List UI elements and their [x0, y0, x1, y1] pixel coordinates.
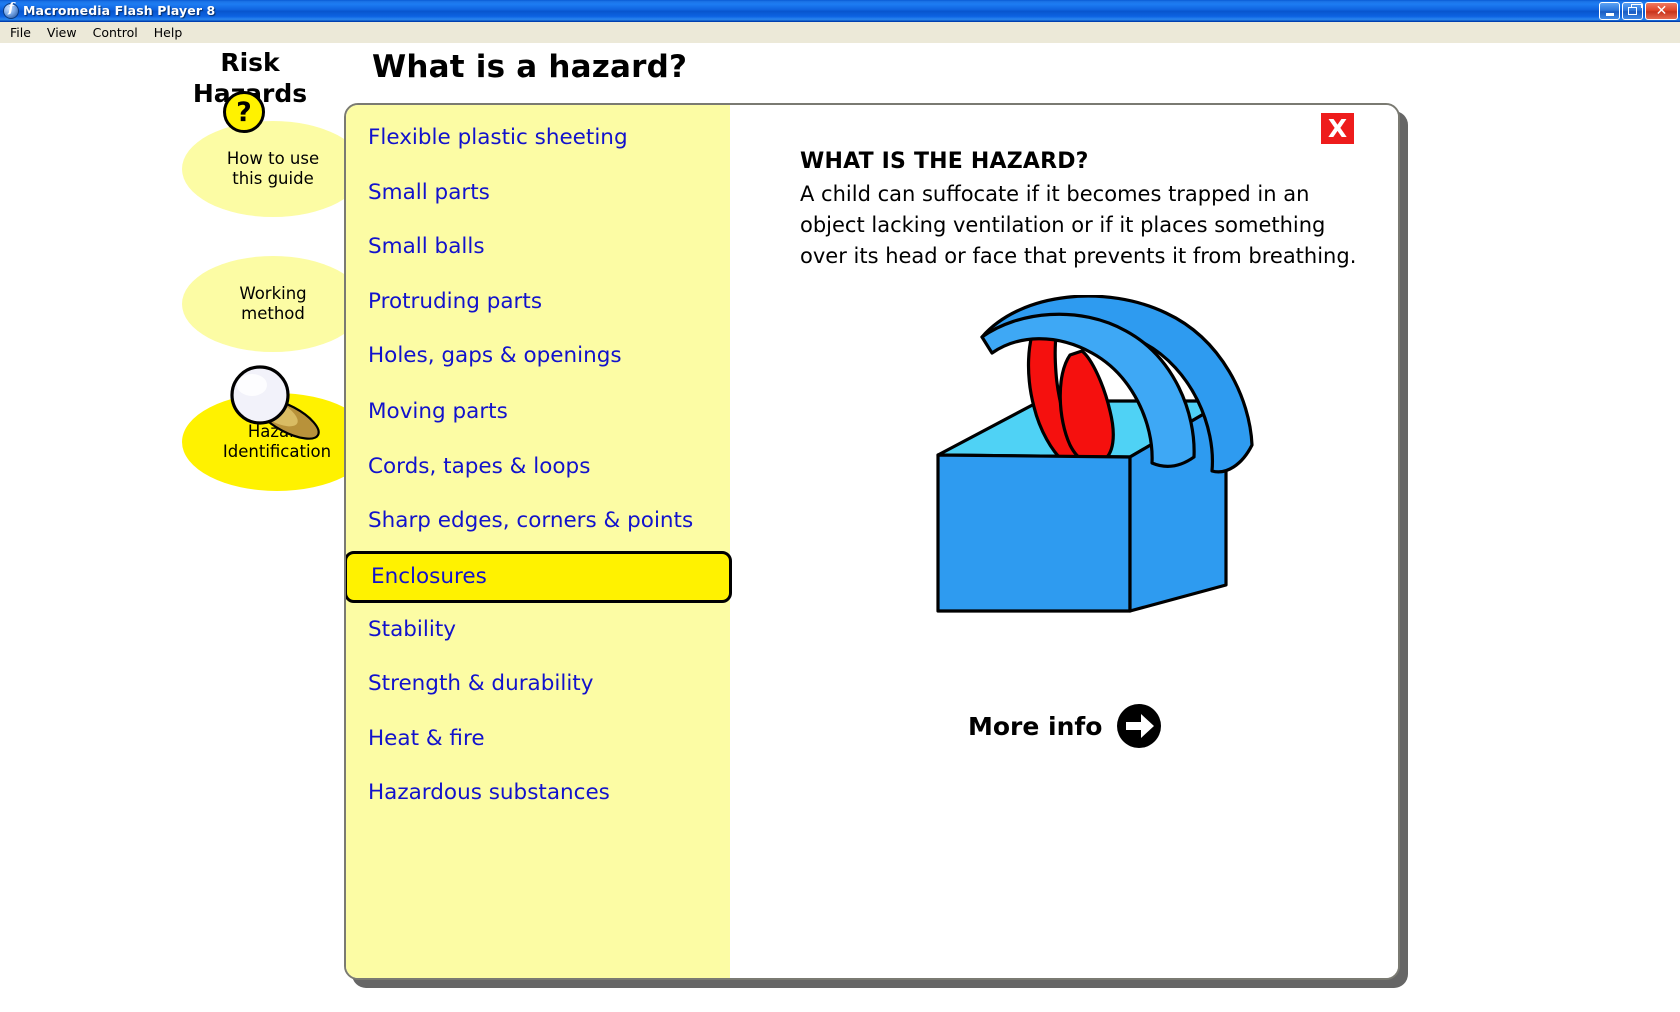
menu-view[interactable]: View	[39, 23, 85, 42]
window-title: Macromedia Flash Player 8	[23, 3, 216, 18]
more-info-button[interactable]: More info	[968, 703, 1162, 749]
flash-player-icon	[3, 1, 19, 19]
minimize-button[interactable]	[1599, 2, 1620, 20]
restore-icon	[1628, 4, 1642, 15]
detail-body-text: A child can suffocate if it becomes trap…	[800, 182, 1357, 269]
menubar: File View Control Help	[0, 22, 1680, 43]
flash-stage: Risk Hazards How to use this guide ? Wor…	[0, 43, 1680, 1012]
close-icon: ✕	[1655, 3, 1668, 19]
sidebar-item-how-to-use[interactable]: How to use this guide	[182, 121, 364, 217]
content-card: Flexible plastic sheeting Small parts Sm…	[344, 103, 1400, 980]
detail-pane: X WHAT IS THE HAZARD? A child can suffoc…	[730, 105, 1398, 978]
hazard-list-item-enclosures[interactable]: Enclosures	[346, 551, 732, 603]
window-close-button[interactable]: ✕	[1645, 2, 1678, 20]
minimize-icon	[1605, 13, 1614, 16]
sidebar-item-working-method-label: Working method	[239, 283, 307, 323]
hazard-list-item-hazardous-substances[interactable]: Hazardous substances	[368, 782, 610, 804]
question-mark-glyph: ?	[236, 96, 252, 128]
hazard-list-item-moving-parts[interactable]: Moving parts	[368, 401, 508, 423]
hazard-list-item-small-balls[interactable]: Small balls	[368, 236, 485, 258]
hazard-list-item-holes-gaps-openings[interactable]: Holes, gaps & openings	[368, 345, 622, 367]
arrow-right-circle-icon	[1117, 704, 1162, 748]
menu-control[interactable]: Control	[85, 23, 146, 42]
hazard-list-item-heat-fire[interactable]: Heat & fire	[368, 728, 485, 750]
hazard-list-item-cords-tapes-loops[interactable]: Cords, tapes & loops	[368, 456, 590, 478]
hazard-list-item-sharp-edges-corners-points[interactable]: Sharp edges, corners & points	[368, 510, 693, 532]
more-info-label: More info	[968, 711, 1103, 741]
sidebar-item-how-to-use-label: How to use this guide	[226, 148, 320, 188]
detail-close-button[interactable]: X	[1321, 113, 1354, 144]
hazard-list-item-strength-durability[interactable]: Strength & durability	[368, 673, 593, 695]
sidebar: Risk Hazards How to use this guide ? Wor…	[150, 43, 372, 543]
child-trapped-in-toy-chest-illustration	[936, 295, 1254, 613]
sidebar-item-working-method[interactable]: Working method	[182, 256, 364, 352]
hazard-list-item-stability[interactable]: Stability	[368, 619, 456, 641]
flash-player-window: Macromedia Flash Player 8 ✕ File View Co…	[0, 0, 1680, 1012]
hazard-list-panel: Flexible plastic sheeting Small parts Sm…	[346, 105, 732, 978]
window-titlebar: Macromedia Flash Player 8 ✕	[0, 0, 1680, 22]
question-mark-icon[interactable]: ?	[223, 91, 265, 133]
magnifying-glass-icon	[230, 365, 320, 440]
detail-close-icon: X	[1327, 114, 1348, 143]
hazard-list-item-flexible-plastic-sheeting[interactable]: Flexible plastic sheeting	[368, 127, 628, 149]
window-controls: ✕	[1599, 2, 1678, 20]
detail-heading: WHAT IS THE HAZARD?	[800, 149, 1089, 174]
page-title: What is a hazard?	[372, 49, 688, 85]
hazard-list-item-small-parts[interactable]: Small parts	[368, 182, 490, 204]
menu-help[interactable]: Help	[146, 23, 191, 42]
menu-file[interactable]: File	[2, 23, 39, 42]
restore-button[interactable]	[1622, 2, 1643, 20]
hazard-list-item-protruding-parts[interactable]: Protruding parts	[368, 291, 542, 313]
